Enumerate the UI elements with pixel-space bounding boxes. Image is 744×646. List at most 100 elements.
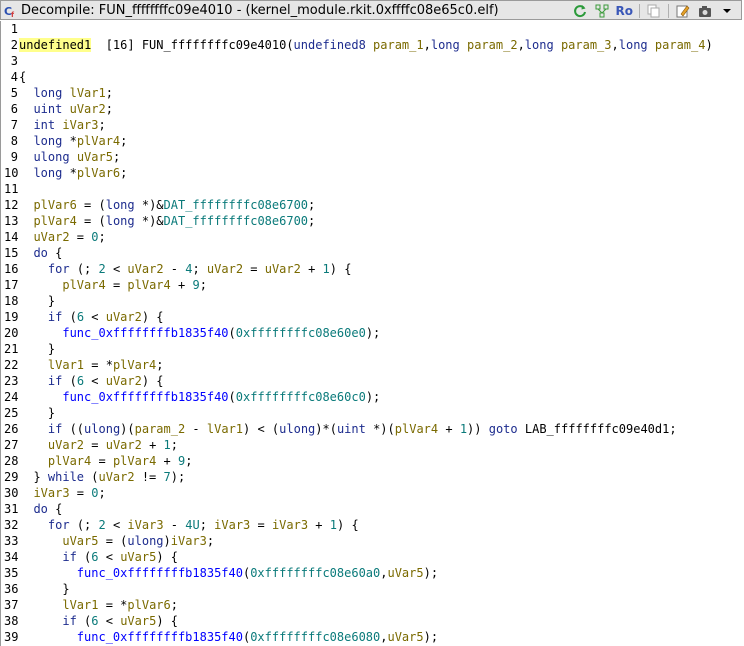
code-line[interactable]: 37 lVar1 = *plVar6; — [1, 597, 741, 613]
token-keyword: do — [33, 246, 48, 260]
token-text: < — [98, 550, 121, 564]
code-line[interactable]: 15 do { — [1, 245, 741, 261]
code-line[interactable]: 35 func_0xffffffffb1835f40(0xffffffffc08… — [1, 565, 741, 581]
token-variable: uVar2 — [105, 438, 142, 452]
token-number: 9 — [192, 278, 200, 292]
token-variable: uVar5 — [387, 630, 424, 644]
code-line[interactable]: 17 plVar4 = plVar4 + 9; — [1, 277, 741, 293]
token-text: ; — [105, 86, 113, 100]
code-text: plVar4 = plVar4 + 9; — [19, 453, 193, 469]
read-only-toggle[interactable]: Ro — [616, 3, 633, 19]
code-line[interactable]: 28 plVar4 = plVar4 + 9; — [1, 453, 741, 469]
line-number: 37 — [4, 598, 19, 612]
code-line[interactable]: 19 if (6 < uVar2) { — [1, 309, 741, 325]
token-text: ; — [170, 438, 178, 452]
code-line[interactable]: 26 if ((ulong)(param_2 - lVar1) < (ulong… — [1, 421, 741, 437]
line-number: 5 — [10, 86, 18, 100]
token-text: ) — [163, 534, 171, 548]
code-line[interactable]: 8 long *plVar4; — [1, 133, 741, 149]
code-line[interactable]: 22 lVar1 = *plVar4; — [1, 357, 741, 373]
decompiler-code-view[interactable]: 1 2 undefined1 [16] FUN_ffffffffc09e4010(u… — [0, 21, 744, 646]
code-line[interactable]: 13 plVar4 = (long *)&DAT_ffffffffc08e670… — [1, 213, 741, 229]
token-text: + — [156, 454, 178, 468]
edit-function-signature-icon[interactable] — [675, 3, 691, 19]
token-keyword: long — [618, 38, 648, 52]
token-variable: uVar2 — [69, 102, 106, 116]
token-text: *)( — [365, 422, 395, 436]
code-line[interactable]: 16 for (; 2 < uVar2 - 4; uVar2 = uVar2 +… — [1, 261, 741, 277]
token-data-label: DAT_ffffffffc08e6700 — [163, 214, 309, 228]
code-line[interactable]: 32 for (; 2 < iVar3 - 4U; iVar3 = iVar3 … — [1, 517, 741, 533]
code-line[interactable]: 6 uint uVar2; — [1, 101, 741, 117]
snapshot-icon[interactable] — [594, 3, 610, 19]
code-line[interactable]: 4{ — [1, 69, 741, 85]
line-number: 38 — [4, 614, 19, 628]
token-text: - — [185, 422, 207, 436]
code-line[interactable]: 10 long *plVar6; — [1, 165, 741, 181]
token-highlight: undefined1 — [19, 38, 92, 52]
code-line[interactable]: 36 } — [1, 581, 741, 597]
code-line[interactable]: 33 uVar5 = (ulong)iVar3; — [1, 533, 741, 549]
code-line[interactable]: 18 } — [1, 293, 741, 309]
token-text: ( — [62, 310, 77, 324]
token-text: ; — [192, 262, 207, 276]
token-text: ); — [423, 566, 439, 580]
code-line[interactable]: 31 do { — [1, 501, 741, 517]
token-variable: uVar2 — [105, 310, 142, 324]
token-text: ( — [76, 550, 92, 564]
code-line[interactable]: 27 uVar2 = uVar2 + 1; — [1, 437, 741, 453]
token-variable: iVar3 — [170, 534, 207, 548]
code-text: plVar4 = plVar4 + 9; — [19, 277, 207, 293]
decompiler-icon: Cf — [4, 3, 18, 19]
code-line[interactable]: 30 iVar3 = 0; — [1, 485, 741, 501]
token-text: < — [98, 614, 121, 628]
token-variable: plVar4 — [127, 278, 171, 292]
code-line[interactable]: 11 — [1, 181, 741, 197]
code-line[interactable]: 14 uVar2 = 0; — [1, 229, 741, 245]
menu-chevron-down-icon[interactable] — [719, 3, 735, 19]
token-keyword: long — [33, 166, 63, 180]
token-text: ; — [185, 454, 193, 468]
code-line[interactable]: 20 func_0xffffffffb1835f40(0xffffffffc08… — [1, 325, 741, 341]
snapshot-camera-icon[interactable] — [697, 3, 713, 19]
line-number: 31 — [4, 502, 19, 516]
code-line[interactable]: 25 } — [1, 405, 741, 421]
token-variable: param_3 — [560, 38, 612, 52]
code-text: do { — [19, 245, 62, 261]
token-number: 7 — [163, 470, 171, 484]
refresh-icon[interactable] — [572, 3, 588, 19]
code-line[interactable]: 2 undefined1 [16] FUN_ffffffffc09e4010(un… — [1, 37, 741, 53]
code-line[interactable]: 34 if (6 < uVar5) { — [1, 549, 741, 565]
code-line[interactable]: 9 ulong uVar5; — [1, 149, 741, 165]
code-line[interactable]: 24 func_0xffffffffb1835f40(0xffffffffc08… — [1, 389, 741, 405]
code-line[interactable]: 7 int iVar3; — [1, 117, 741, 133]
code-text: long *plVar6; — [19, 165, 127, 181]
token-variable: param_1 — [373, 38, 424, 52]
code-line[interactable]: 29 } while (uVar2 != 7); — [1, 469, 741, 485]
code-line[interactable]: 12 plVar6 = (long *)&DAT_ffffffffc08e670… — [1, 197, 741, 213]
code-line[interactable]: 39 func_0xffffffffb1835f40(0xffffffffc08… — [1, 629, 741, 645]
code-line[interactable]: 3 — [1, 53, 741, 69]
token-keyword: if — [62, 614, 77, 628]
code-line[interactable]: 21 } — [1, 341, 741, 357]
token-text: ; — [308, 198, 316, 212]
code-text: if (6 < uVar5) { — [19, 613, 178, 629]
copy-icon[interactable] — [646, 3, 662, 19]
token-keyword: long — [105, 198, 135, 212]
code-line[interactable]: 23 if (6 < uVar2) { — [1, 373, 741, 389]
token-variable: uVar2 — [33, 230, 70, 244]
code-line[interactable]: 1 — [1, 21, 741, 37]
code-line[interactable]: 38 if (6 < uVar5) { — [1, 613, 741, 629]
line-number: 7 — [10, 118, 18, 132]
token-variable: plVar4 — [112, 454, 157, 468]
code-line[interactable]: 5 long lVar1; — [1, 85, 741, 101]
token-text: ) — [705, 38, 713, 52]
token-variable: uVar5 — [387, 566, 424, 580]
token-variable: uVar5 — [120, 614, 157, 628]
line-number: 35 — [4, 566, 19, 580]
